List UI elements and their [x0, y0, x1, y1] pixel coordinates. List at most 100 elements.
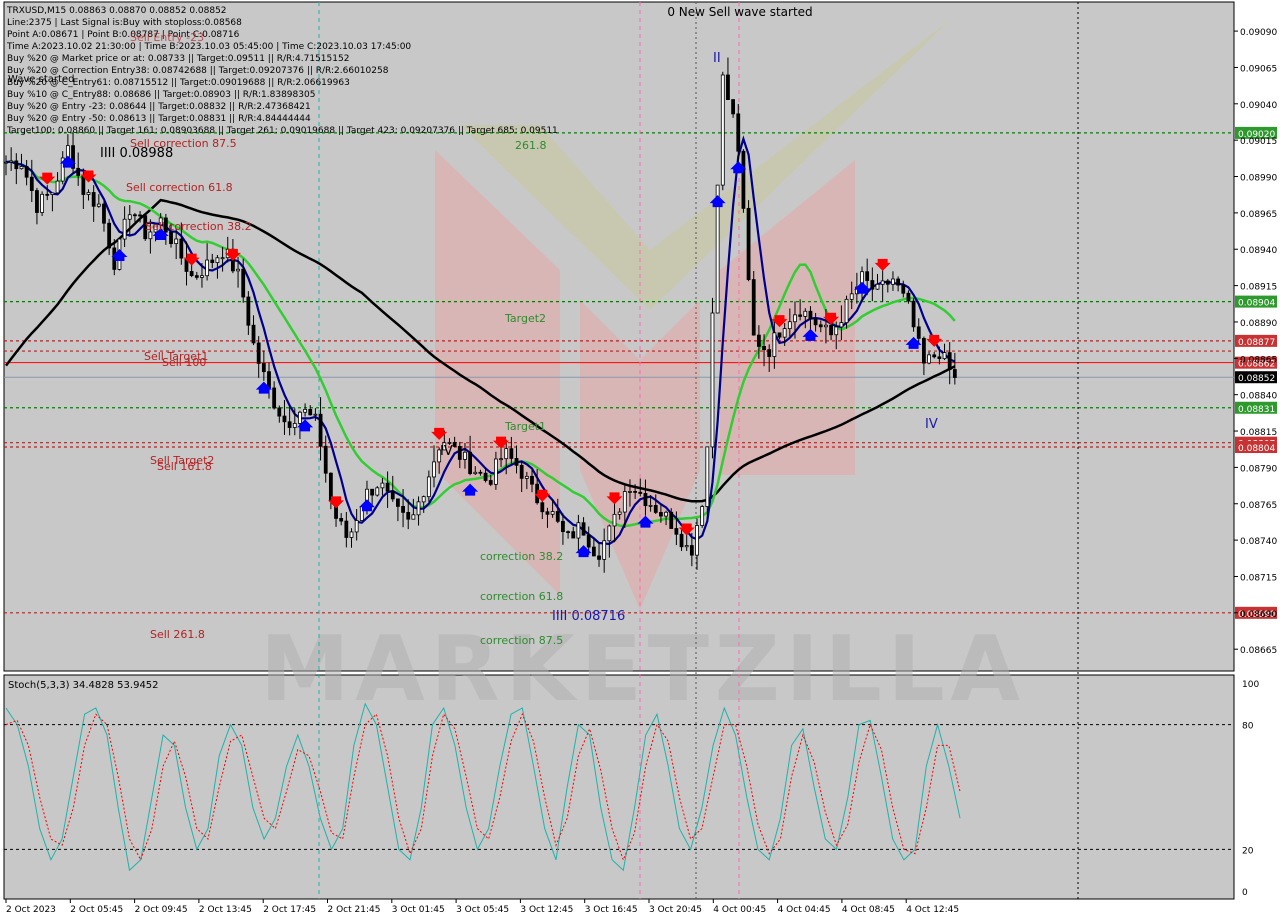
candle-body — [617, 511, 622, 515]
candle-body — [669, 511, 674, 529]
candle-body — [133, 214, 137, 217]
candle-body — [251, 324, 256, 344]
candle-body — [767, 349, 772, 357]
candle-body — [282, 415, 287, 423]
candle-body — [952, 369, 957, 378]
candle-body — [803, 310, 808, 317]
candle-body — [705, 446, 710, 507]
candle-body — [401, 506, 405, 513]
candle-body — [499, 458, 503, 461]
candle-body — [591, 546, 596, 557]
info-panel-line: Buy %20 @ Market price or at: 0.08733 ||… — [7, 54, 349, 64]
chart-annotation: IV — [925, 417, 938, 432]
price-chart[interactable]: MARKETZILLA 261.8Sell correction 87.5Sel… — [0, 0, 1280, 920]
candle-body — [246, 296, 251, 326]
candle-body — [896, 278, 901, 286]
x-tick-label: 4 Oct 04:45 — [778, 905, 831, 915]
candle-body — [14, 160, 19, 170]
candle-body — [942, 352, 947, 360]
y-tick-label: 0.08990 — [1240, 174, 1277, 184]
info-panel-line: Target100: 0.08860 || Target 161: 0.0890… — [6, 126, 558, 136]
candle-body — [349, 531, 354, 538]
candle-body — [504, 448, 509, 460]
y-tick-label: 0.08915 — [1240, 283, 1277, 293]
candle-body — [396, 498, 400, 507]
candle-body — [24, 166, 29, 178]
candle-body — [834, 326, 839, 336]
chart-annotation: correction 38.2 — [480, 550, 563, 563]
candle-body — [463, 451, 467, 460]
chart-root: MARKETZILLA 261.8 Sell correction 87.5 Sel… — [0, 0, 1280, 920]
x-tick-label: 2 Oct 2023 — [6, 905, 56, 915]
x-tick-label: 2 Oct 13:45 — [199, 905, 252, 915]
candle-body — [354, 520, 359, 533]
candle-body — [664, 511, 668, 517]
candle-body — [55, 180, 60, 194]
candle-body — [808, 310, 813, 320]
candle-body — [880, 280, 885, 285]
candle-body — [287, 421, 292, 428]
candle-body — [200, 275, 204, 278]
candle-body — [736, 113, 741, 152]
info-panel-line: Buy %10 @ C_Entry88: 0.08686 || Target:0… — [7, 90, 315, 100]
y-tick-label: 0.08940 — [1240, 246, 1277, 256]
candle-body — [607, 525, 612, 542]
candle-body — [818, 324, 823, 328]
candle-body — [493, 458, 498, 485]
candle-body — [416, 501, 421, 516]
candle-body — [215, 257, 220, 263]
candle-body — [50, 192, 55, 195]
y-tick-label: 0.08815 — [1240, 428, 1277, 438]
info-panel-line: Buy %20 @ Entry -23: 0.08644 || Target:0… — [7, 102, 311, 112]
info-panel-line: Point A:0.08671 | Point B:0.08787 | Poin… — [7, 30, 240, 40]
y-tick-label: 0.09040 — [1240, 101, 1277, 111]
price-label: 0.08852 — [1238, 374, 1275, 384]
candle-body — [798, 314, 803, 317]
candle-body — [540, 502, 545, 513]
chart-annotation: Sell correction 38.2 — [145, 220, 252, 233]
y-tick-label: 0.08865 — [1240, 355, 1277, 365]
candle-body — [566, 531, 570, 534]
candle-body — [473, 471, 478, 475]
candle-body — [122, 218, 127, 240]
x-tick-label: 2 Oct 05:45 — [70, 905, 123, 915]
stoch-y-tick-label: 100 — [1242, 680, 1259, 690]
candle-body — [174, 238, 179, 245]
candle-body — [138, 214, 142, 217]
candle-body — [210, 259, 215, 263]
candle-body — [483, 472, 488, 481]
candle-body — [891, 278, 895, 285]
candle-body — [612, 513, 617, 527]
candle-body — [772, 332, 777, 357]
chart-annotation: correction 87.5 — [480, 634, 563, 647]
candle-body — [375, 487, 380, 496]
candle-body — [308, 408, 313, 416]
candle-body — [777, 332, 782, 338]
candle-body — [339, 518, 344, 522]
candle-body — [318, 413, 323, 447]
info-panel-line: TRXUSD,M15 0.08863 0.08870 0.08852 0.088… — [6, 6, 227, 16]
candle-body — [545, 511, 550, 515]
chart-annotation: II — [713, 51, 721, 66]
candle-body — [844, 298, 849, 323]
candle-body — [932, 354, 937, 358]
candle-body — [751, 279, 756, 336]
y-tick-label: 0.09015 — [1240, 137, 1277, 147]
candle-body — [581, 522, 586, 536]
chart-annotation: Target1 — [504, 420, 546, 433]
candle-body — [829, 324, 833, 336]
chart-annotation: 261.8 — [515, 139, 547, 152]
candle-body — [849, 293, 854, 300]
candle-body — [787, 321, 792, 330]
x-tick-label: 3 Oct 16:45 — [585, 905, 638, 915]
stoch-y-tick-label: 20 — [1242, 846, 1254, 856]
candle-body — [380, 482, 385, 489]
candle-body — [947, 352, 952, 370]
x-tick-label: 4 Oct 12:45 — [906, 905, 959, 915]
price-label: 0.08831 — [1238, 405, 1275, 415]
candle-body — [169, 231, 173, 245]
candle-body — [870, 280, 875, 290]
candle-body — [102, 203, 106, 224]
candle-body — [555, 511, 560, 522]
candle-body — [700, 506, 705, 526]
